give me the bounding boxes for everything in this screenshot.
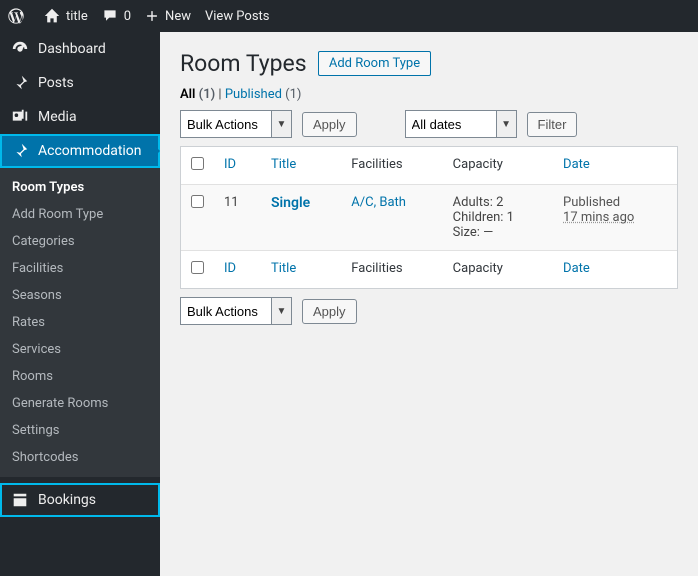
menu-posts[interactable]: Posts <box>0 66 160 100</box>
site-title: title <box>66 9 88 24</box>
add-room-type-button[interactable]: Add Room Type <box>318 51 431 76</box>
bulk-apply-button-bottom[interactable]: Apply <box>302 299 357 324</box>
submenu-settings[interactable]: Settings <box>0 417 160 444</box>
dashboard-icon <box>10 40 30 58</box>
submenu-room-types[interactable]: Room Types <box>0 174 160 201</box>
col-date[interactable]: Date <box>563 157 590 172</box>
col-title[interactable]: Title <box>271 261 296 276</box>
submenu-categories[interactable]: Categories <box>0 228 160 255</box>
col-facilities: Facilities <box>341 147 442 185</box>
menu-bookings[interactable]: Bookings <box>0 483 160 517</box>
filter-all[interactable]: All (1) <box>180 87 215 102</box>
table-row: 11 Single A/C, Bath Adults: 2 Children: … <box>181 185 677 250</box>
main-content: Room Types Add Room Type All (1) | Publi… <box>160 32 698 576</box>
col-capacity: Capacity <box>443 250 553 288</box>
submenu-rates[interactable]: Rates <box>0 309 160 336</box>
menu-accommodation[interactable]: Accommodation <box>0 134 160 168</box>
submenu-services[interactable]: Services <box>0 336 160 363</box>
col-id[interactable]: ID <box>224 157 236 172</box>
pin-icon <box>10 142 30 160</box>
home-icon <box>44 8 60 24</box>
row-date: Published 17 mins ago <box>553 185 677 250</box>
date-filter-select[interactable]: All dates ▼ <box>405 110 517 138</box>
menu-media[interactable]: Media <box>0 100 160 134</box>
chevron-down-icon: ▼ <box>271 111 291 137</box>
col-title[interactable]: Title <box>271 157 296 172</box>
submenu-add-room-type[interactable]: Add Room Type <box>0 201 160 228</box>
row-id: 11 <box>214 185 261 250</box>
select-all-checkbox[interactable] <box>191 157 204 170</box>
bulk-actions-select-bottom[interactable]: Bulk Actions ▼ <box>180 297 292 325</box>
chevron-down-icon: ▼ <box>271 298 291 324</box>
submenu-accommodation: Room Types Add Room Type Categories Faci… <box>0 168 160 477</box>
bulk-apply-button[interactable]: Apply <box>302 112 357 137</box>
admin-bar: title 0 New View Posts <box>0 0 698 32</box>
new-link[interactable]: New <box>145 9 191 24</box>
col-date[interactable]: Date <box>563 261 590 276</box>
tablenav-top: Bulk Actions ▼ Apply All dates ▼ Filter <box>180 110 678 138</box>
bulk-actions-select[interactable]: Bulk Actions ▼ <box>180 110 292 138</box>
page-title: Room Types <box>180 50 307 77</box>
chevron-down-icon: ▼ <box>496 111 516 137</box>
col-facilities: Facilities <box>341 250 442 288</box>
wp-logo[interactable] <box>8 8 30 24</box>
room-types-table: ID Title Facilities Capacity Date 11 Sin… <box>180 146 678 289</box>
admin-sidebar: Dashboard Posts Media Accommodation Room… <box>0 32 160 576</box>
calendar-icon <box>10 491 30 509</box>
submenu-shortcodes[interactable]: Shortcodes <box>0 444 160 471</box>
comment-icon <box>102 8 118 24</box>
filter-published[interactable]: Published (1) <box>225 87 302 102</box>
pin-icon <box>10 74 30 92</box>
submenu-facilities[interactable]: Facilities <box>0 255 160 282</box>
row-checkbox[interactable] <box>191 195 204 208</box>
date-filter-dropdown[interactable]: All dates <box>406 111 496 137</box>
tablenav-bottom: Bulk Actions ▼ Apply <box>180 297 678 325</box>
row-facilities[interactable]: A/C, Bath <box>351 195 406 210</box>
comments-link[interactable]: 0 <box>102 8 131 24</box>
menu-dashboard[interactable]: Dashboard <box>0 32 160 66</box>
col-capacity: Capacity <box>443 147 553 185</box>
select-all-checkbox-bottom[interactable] <box>191 261 204 274</box>
media-icon <box>10 108 30 126</box>
row-capacity: Adults: 2 Children: 1 Size: — <box>443 185 553 250</box>
row-title-link[interactable]: Single <box>271 195 310 211</box>
view-posts-link[interactable]: View Posts <box>205 9 270 24</box>
bulk-actions-dropdown[interactable]: Bulk Actions <box>181 111 271 137</box>
site-link[interactable]: title <box>44 8 88 24</box>
col-id[interactable]: ID <box>224 261 236 276</box>
filter-button[interactable]: Filter <box>527 112 578 137</box>
comments-count: 0 <box>124 9 131 24</box>
submenu-seasons[interactable]: Seasons <box>0 282 160 309</box>
plus-icon <box>145 9 159 23</box>
view-filter: All (1) | Published (1) <box>180 87 678 102</box>
submenu-generate-rooms[interactable]: Generate Rooms <box>0 390 160 417</box>
wordpress-icon <box>8 8 24 24</box>
bulk-actions-dropdown-bottom[interactable]: Bulk Actions <box>181 298 271 324</box>
submenu-rooms[interactable]: Rooms <box>0 363 160 390</box>
new-label: New <box>165 9 191 24</box>
